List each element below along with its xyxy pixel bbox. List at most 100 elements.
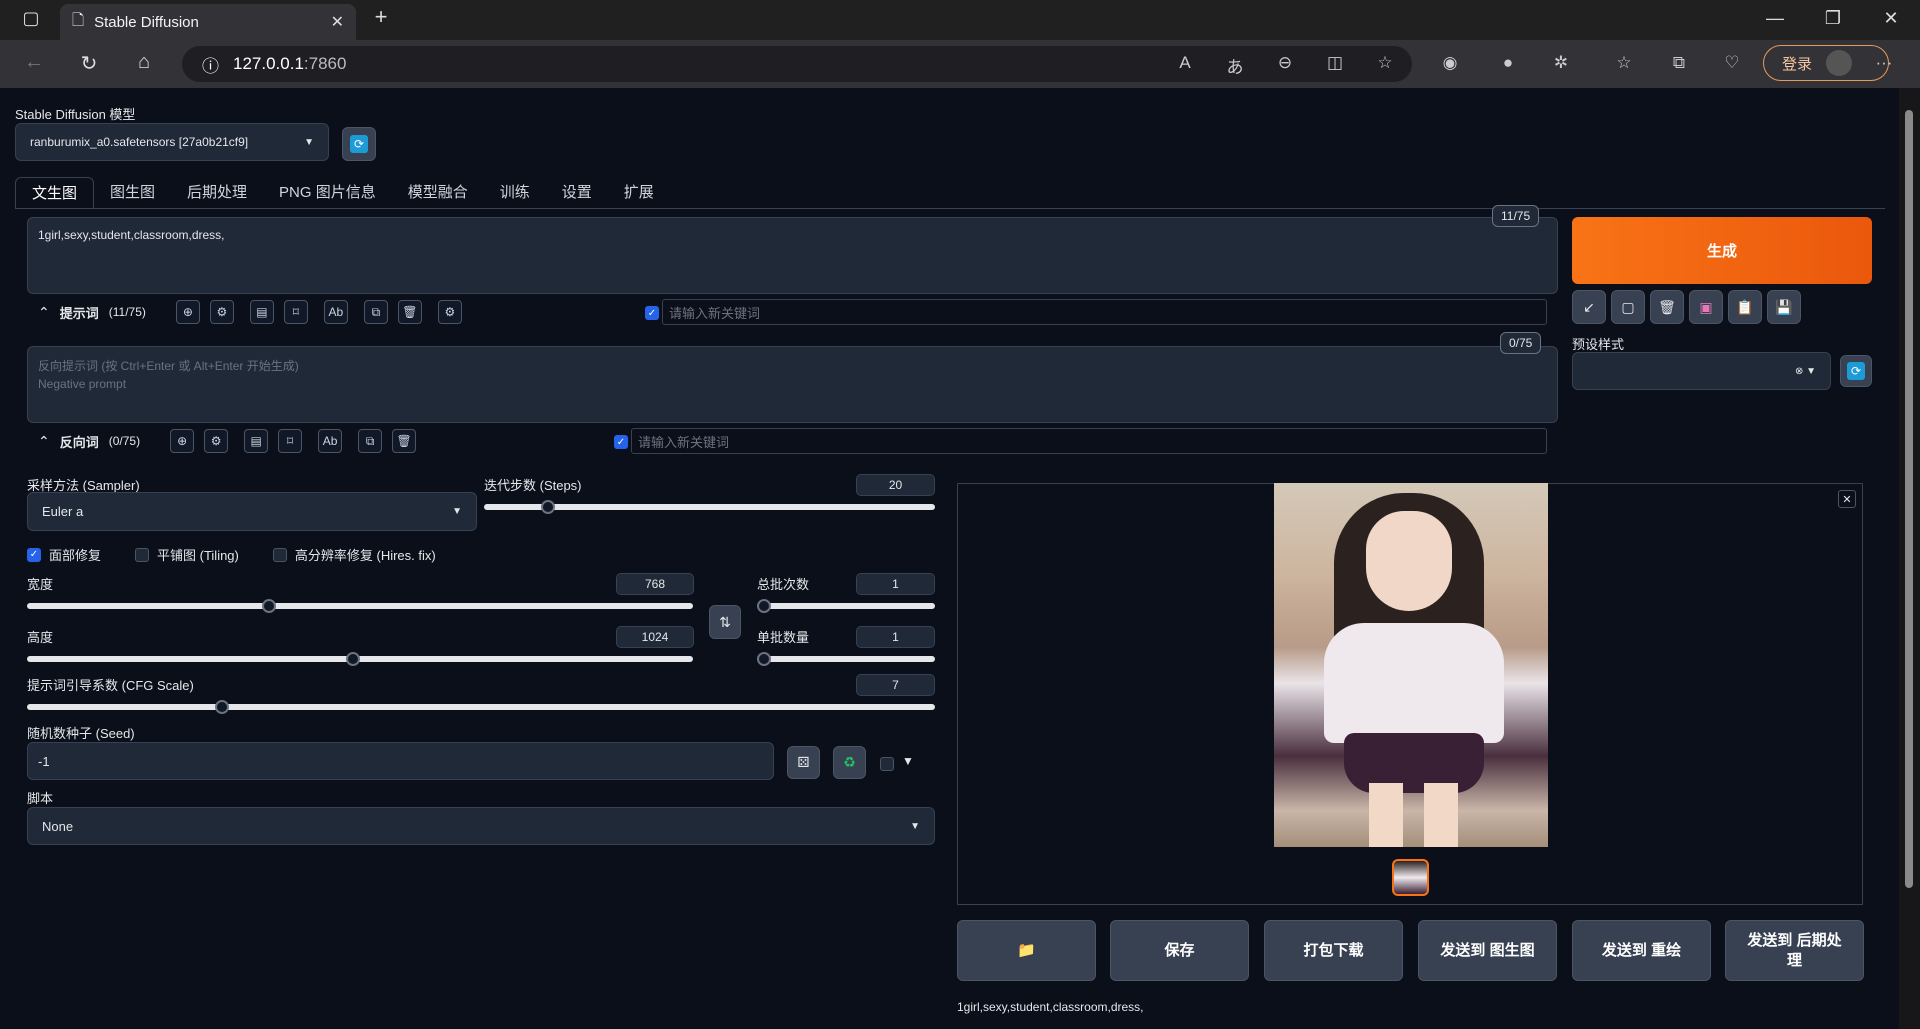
back-icon[interactable]: ← [20,51,48,74]
tab-actions-icon[interactable]: ▢ [8,8,54,29]
trash-icon[interactable]: 🗑 [392,429,417,453]
favorite-icon[interactable]: ☆ [1371,53,1399,73]
prompt-keyword-input[interactable]: 请输入新关键词 [662,299,1547,325]
new-tab-icon[interactable]: + [358,4,404,30]
send-to-img2img-button[interactable]: 发送到 图生图 [1418,920,1557,981]
height-slider[interactable] [27,652,693,666]
steps-slider[interactable] [484,500,935,514]
gear-icon[interactable]: ⚙ [209,300,234,324]
split-screen-icon[interactable]: ◫ [1321,53,1349,73]
close-tab-icon[interactable]: ✕ [331,12,344,32]
prompt-input[interactable]: 1girl,sexy,student,classroom,dress, [27,217,1558,294]
batch-size-slider[interactable] [757,652,935,666]
restore-icon[interactable]: ❐ [1810,8,1856,29]
open-folder-button[interactable]: 📁 [957,920,1096,981]
sampler-select[interactable]: Euler a ▼ [27,492,477,531]
image-icon[interactable]: ▣ [1689,290,1723,324]
arrow-icon[interactable]: ↙ [1572,290,1606,324]
scrollbar[interactable] [1899,88,1920,1029]
steps-slider-knob[interactable] [540,500,555,514]
tab-train[interactable]: 训练 [484,177,546,209]
hires-checkbox[interactable] [272,547,287,562]
tab-img2img[interactable]: 图生图 [94,177,171,209]
batch-count-slider[interactable] [757,599,935,613]
tab-extensions[interactable]: 扩展 [608,177,670,209]
gear-icon[interactable]: ⚙ [204,429,229,453]
copy-icon[interactable]: ⧉ [363,300,388,324]
more-icon[interactable]: ··· [1870,53,1898,73]
batch-size-slider-knob[interactable] [757,652,771,666]
clipboard-icon[interactable]: 📋 [1728,290,1762,324]
tab-extras[interactable]: 后期处理 [171,177,263,209]
steps-input[interactable]: 20 [856,474,935,496]
random-seed-button[interactable]: ⚄ [787,746,820,779]
negative-prompt-input[interactable]: 反向提示词 (按 Ctrl+Enter 或 Alt+Enter 开始生成) Ne… [27,346,1558,423]
home-icon[interactable]: ⌂ [130,51,158,74]
extension-icon[interactable]: ◉ [1436,53,1464,73]
extensions-icon[interactable]: ✲ [1547,53,1575,73]
health-icon[interactable]: ♡ [1718,53,1746,73]
prompt-keyword-checkbox[interactable]: ✓ [645,306,659,320]
translate-icon[interactable]: あ [1221,53,1249,78]
square-icon[interactable]: ▢ [1611,290,1645,324]
generated-image[interactable] [1274,483,1548,847]
tiling-checkbox[interactable] [135,547,150,562]
bookmark-icon[interactable]: ⌑ [278,429,303,453]
history-icon[interactable]: ▤ [249,300,274,324]
height-input[interactable]: 1024 [616,626,694,648]
cfg-slider[interactable] [27,700,935,714]
globe-icon[interactable]: ⊕ [170,429,195,453]
zip-download-button[interactable]: 打包下载 [1264,920,1403,981]
read-aloud-icon[interactable]: A [1171,53,1199,73]
tab-settings[interactable]: 设置 [546,177,608,209]
send-to-inpaint-button[interactable]: 发送到 重绘 [1572,920,1711,981]
tab-txt2img[interactable]: 文生图 [15,177,95,209]
width-input[interactable]: 768 [616,573,694,595]
minimize-icon[interactable]: — [1752,8,1798,29]
trash-icon[interactable]: 🗑 [1650,290,1684,324]
width-slider-knob[interactable] [261,599,276,613]
browser-tab[interactable]: 🗋 Stable Diffusion ✕ [60,4,356,40]
save-style-icon[interactable]: 💾 [1767,290,1801,324]
cfg-slider-knob[interactable] [214,700,229,714]
copy-icon[interactable]: ⧉ [358,429,383,453]
refresh-styles-button[interactable]: ⟳ [1840,355,1872,387]
tab-merge[interactable]: 模型融合 [392,177,484,209]
swap-dimensions-button[interactable]: ⇅ [709,605,741,639]
styles-select[interactable]: ⊗ ▼ [1572,352,1831,390]
extension-badge-icon[interactable]: ● [1494,53,1522,73]
save-button[interactable]: 保存 [1110,920,1249,981]
model-select[interactable]: ranburumix_a0.safetensors [27a0b21cf9] ▼ [15,123,329,161]
seed-input[interactable]: -1 [27,742,774,780]
trash-icon[interactable]: 🗑 [397,300,422,324]
settings-icon[interactable]: ⚙ [437,300,462,324]
refresh-model-button[interactable]: ⟳ [342,127,376,161]
collapse-icon[interactable]: ⌃ [38,433,50,450]
bookmark-icon[interactable]: ⌑ [283,300,308,324]
collapse-icon[interactable]: ⌃ [38,304,50,321]
batch-size-input[interactable]: 1 [856,626,935,648]
send-to-extras-button[interactable]: 发送到 后期处理 [1725,920,1864,981]
clear-icon[interactable]: ⊗ ▼ [1795,366,1816,377]
generate-button[interactable]: 生成 [1572,217,1872,284]
translate-icon[interactable]: Ab [318,429,343,453]
negative-keyword-input[interactable]: 请输入新关键词 [631,428,1547,454]
reuse-seed-button[interactable]: ♻ [833,746,866,779]
batch-count-input[interactable]: 1 [856,573,935,595]
favorites-icon[interactable]: ☆ [1610,53,1638,73]
tab-png-info[interactable]: PNG 图片信息 [263,177,392,209]
zoom-out-icon[interactable]: ⊖ [1271,53,1299,73]
extra-seed-checkbox[interactable] [880,757,894,771]
close-window-icon[interactable]: ✕ [1868,8,1914,29]
batch-count-slider-knob[interactable] [757,599,771,613]
globe-icon[interactable]: ⊕ [175,300,200,324]
face-restore-checkbox[interactable]: ✓ [27,547,41,562]
width-slider[interactable] [27,599,693,613]
script-select[interactable]: None ▼ [27,807,935,845]
translate-icon[interactable]: Ab [323,300,348,324]
info-icon[interactable]: ⓘ [202,52,219,77]
refresh-icon[interactable]: ↻ [75,51,103,76]
collections-icon[interactable]: ⧉ [1665,53,1693,73]
cfg-input[interactable]: 7 [856,674,935,696]
image-thumbnail[interactable] [1392,859,1429,896]
